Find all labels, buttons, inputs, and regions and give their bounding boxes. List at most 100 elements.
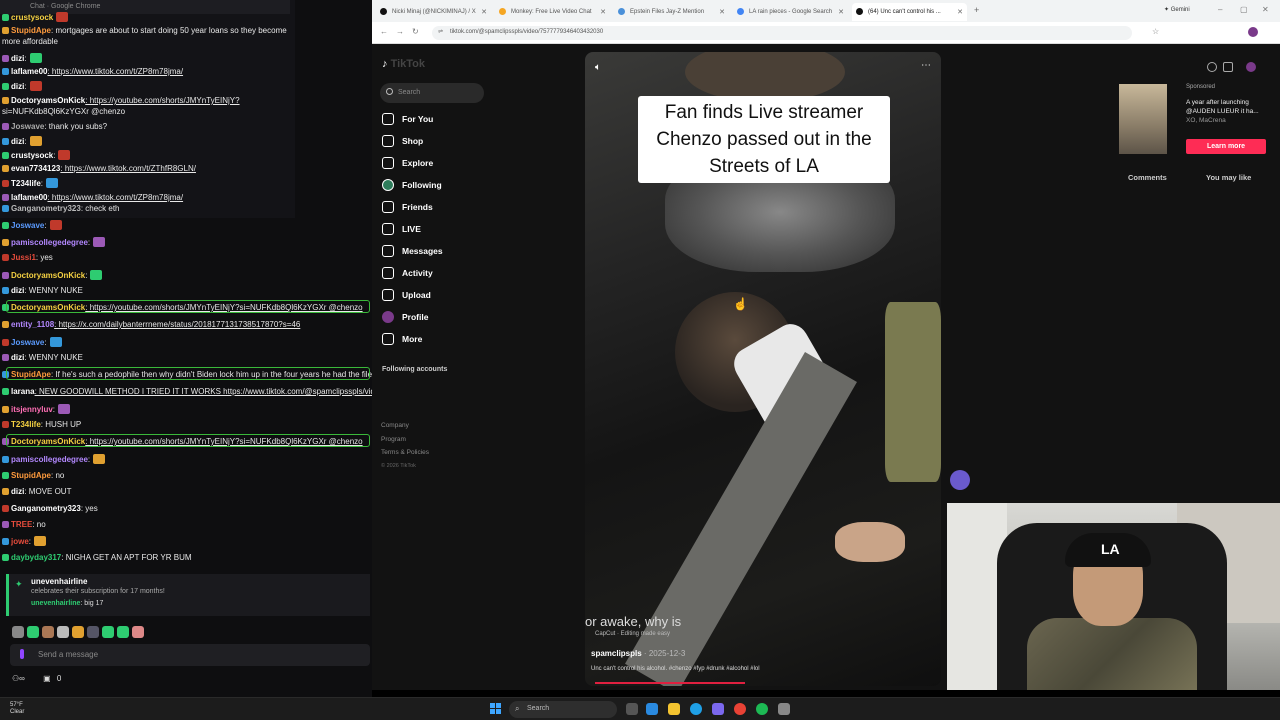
chat-username[interactable]: dizi — [11, 82, 24, 91]
chat-username[interactable]: lafIame00 — [11, 193, 47, 202]
tab-comments[interactable]: Comments — [1128, 173, 1167, 182]
chat-username[interactable]: crustysock — [11, 13, 53, 22]
task-view-icon[interactable] — [626, 703, 638, 715]
chat-username[interactable]: StupidApe — [11, 26, 51, 35]
chat-text[interactable]: : https://www.tiktok.com/t/ZThfR8GLN/ — [60, 164, 196, 173]
sidebar-item-profile[interactable]: Profile — [382, 309, 428, 325]
file-explorer-icon[interactable] — [668, 703, 680, 715]
chat-text[interactable]: : https://youtube.com/shorts/JMYnTyEINjY… — [85, 96, 239, 105]
learn-more-button[interactable]: Learn more — [1186, 139, 1266, 154]
tab-close-icon[interactable]: ✕ — [481, 8, 487, 16]
sidebar-item-messages[interactable]: Messages — [382, 243, 443, 259]
chat-username[interactable]: daybyday317 — [11, 553, 61, 562]
chat-input[interactable]: Send a message — [10, 644, 370, 666]
tab-you-may-like[interactable]: You may like — [1206, 173, 1251, 182]
chat-username[interactable]: jowe — [11, 537, 29, 546]
gemini-button[interactable]: ✦ Gemini — [1164, 6, 1190, 13]
device-icon[interactable] — [1223, 62, 1233, 72]
sidebar-item-friends[interactable]: Friends — [382, 199, 433, 215]
chat-username[interactable]: dizi — [11, 54, 24, 63]
chat-username[interactable]: Joswave — [11, 122, 44, 131]
chat-username[interactable]: T234life — [11, 179, 41, 188]
app-icon[interactable] — [778, 703, 790, 715]
chat-username[interactable]: Ganganometry323 — [11, 504, 81, 513]
weather-widget[interactable]: 57°F Clear — [10, 702, 24, 716]
chat-username[interactable]: evan7734123 — [11, 164, 60, 173]
chat-username[interactable]: DoctoryamsOnKick — [11, 271, 85, 280]
emote-icon[interactable] — [72, 626, 84, 638]
chest-icon[interactable]: ▣ — [43, 674, 51, 683]
coin-icon[interactable] — [1207, 62, 1217, 72]
browser-tab[interactable]: (64) Unc can't control his ... ✕ — [852, 3, 967, 21]
chat-username[interactable]: pamiscollegedegree — [11, 238, 88, 247]
tiktok-search-input[interactable]: Search — [380, 83, 484, 103]
emote-picker-icon[interactable] — [20, 649, 24, 659]
chat-username[interactable]: DoctoryamsOnKick — [11, 96, 85, 105]
sidebar-item-following[interactable]: Following — [382, 177, 442, 193]
sidebar-item-upload[interactable]: Upload — [382, 287, 431, 303]
reload-icon[interactable]: ↻ — [412, 27, 419, 36]
windows-start-icon[interactable] — [490, 703, 502, 715]
chat-username[interactable]: T234life — [11, 420, 41, 429]
video-progress-bar[interactable] — [595, 682, 745, 684]
emote-icon[interactable] — [117, 626, 129, 638]
profile-avatar[interactable] — [1248, 27, 1258, 37]
browser-tab[interactable]: LA rain pieces - Google Search ✕ — [733, 3, 848, 21]
tab-close-icon[interactable]: ✕ — [957, 8, 963, 16]
chat-username[interactable]: dizi — [11, 353, 24, 362]
chat-username[interactable]: TREE — [11, 520, 32, 529]
chat-username[interactable]: dizi — [11, 487, 24, 496]
tab-close-icon[interactable]: ✕ — [719, 8, 725, 16]
footer-link[interactable]: Terms & Policies — [381, 449, 429, 456]
widgets-icon[interactable] — [646, 703, 658, 715]
emote-icon[interactable] — [87, 626, 99, 638]
maximize-button[interactable]: ▢ — [1240, 5, 1248, 14]
chat-username[interactable]: Joswave — [11, 221, 44, 230]
forward-icon[interactable]: → — [396, 27, 404, 36]
edge-icon[interactable] — [690, 703, 702, 715]
footer-link[interactable]: Program — [381, 436, 406, 443]
chat-username[interactable]: Joswave — [11, 338, 44, 347]
sidebar-item-explore[interactable]: Explore — [382, 155, 433, 171]
close-window-button[interactable]: ✕ — [1262, 5, 1269, 14]
bookmark-icon[interactable]: ☆ — [1152, 27, 1159, 36]
spotify-icon[interactable] — [756, 703, 768, 715]
chat-username[interactable]: StupidApe — [11, 471, 51, 480]
chat-text[interactable]: : https://www.tiktok.com/t/ZP8m78jma/ — [47, 193, 183, 202]
back-icon[interactable]: ← — [380, 27, 388, 36]
emote-icon[interactable] — [42, 626, 54, 638]
browser-tab[interactable]: Nicki Minaj (@NICKIMINAJ) / X ✕ — [376, 3, 491, 21]
site-info-icon[interactable]: ⇌ — [438, 28, 443, 35]
chat-username[interactable]: larana — [11, 387, 35, 396]
sidebar-item-more[interactable]: More — [382, 331, 422, 347]
ad-thumbnail[interactable] — [1119, 84, 1167, 154]
chat-username[interactable]: entity_1108 — [11, 320, 54, 329]
volume-icon[interactable]: 🔈︎ — [595, 62, 601, 73]
discord-icon[interactable] — [712, 703, 724, 715]
sidebar-item-activity[interactable]: Activity — [382, 265, 433, 281]
chat-username[interactable]: Jussi1 — [11, 253, 36, 262]
emote-icon[interactable] — [102, 626, 114, 638]
chat-text[interactable]: : https://www.tiktok.com/t/ZP8m78jma/ — [47, 67, 183, 76]
chat-username[interactable]: dizi — [11, 286, 24, 295]
url-field[interactable]: ⇌ tiktok.com/@spamclipsspls/video/757777… — [432, 26, 1132, 40]
emote-icon[interactable] — [27, 626, 39, 638]
video-author[interactable]: spamclipspls · 2025-12-3 — [591, 649, 685, 658]
sidebar-item-for-you[interactable]: For You — [382, 111, 433, 127]
creator-avatar[interactable] — [950, 470, 970, 490]
footer-link[interactable]: Company — [381, 422, 409, 429]
sidebar-item-shop[interactable]: Shop — [382, 133, 423, 149]
chat-username[interactable]: dizi — [11, 137, 24, 146]
new-tab-button[interactable]: + — [974, 5, 979, 15]
chat-text[interactable]: : NEW GOODWILL METHOD I TRIED IT IT WORK… — [35, 387, 384, 396]
user-avatar[interactable] — [1246, 62, 1256, 72]
more-options-icon[interactable]: ⋯ — [921, 60, 931, 71]
chat-username[interactable]: Ganganometry323 — [11, 204, 81, 213]
chat-username[interactable]: lafIame00 — [11, 67, 47, 76]
tiktok-logo[interactable]: ♪ TikTok — [382, 58, 425, 70]
chat-username[interactable]: itsjennyluv — [11, 405, 53, 414]
emote-icon[interactable] — [57, 626, 69, 638]
emote-icon[interactable] — [12, 626, 24, 638]
chat-username[interactable]: pamiscollegedegree — [11, 455, 88, 464]
tab-close-icon[interactable]: ✕ — [600, 8, 606, 16]
